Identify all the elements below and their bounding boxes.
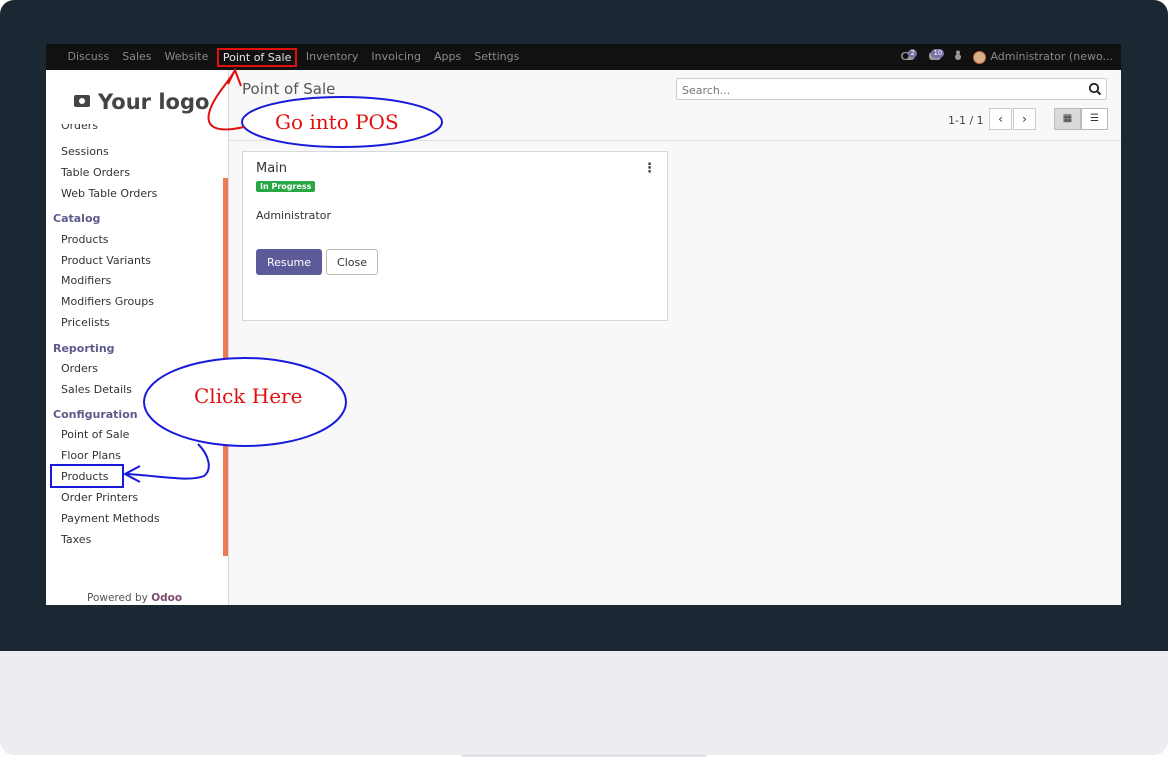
menu-invoicing[interactable]: Invoicing <box>365 44 428 70</box>
sidebar-item-orders[interactable]: Orders <box>61 124 98 131</box>
card-title: Main <box>256 161 288 176</box>
sidebar-item-pricelists[interactable]: Pricelists <box>61 316 110 329</box>
sidebar-item-floor-plans[interactable]: Floor Plans <box>61 449 121 462</box>
page-title: Point of Sale <box>242 80 336 98</box>
sidebar-item-modifiers-groups[interactable]: Modifiers Groups <box>61 295 154 308</box>
pager-previous-button[interactable]: ‹ <box>989 108 1012 130</box>
search-icon[interactable] <box>1088 82 1102 96</box>
app-screen: Discuss Sales Website Point of Sale Inve… <box>46 44 1121 605</box>
powered-prefix: Powered by <box>87 592 148 604</box>
status-badge: In Progress <box>256 181 316 192</box>
sidebar-item-table-orders[interactable]: Table Orders <box>61 166 130 179</box>
control-panel-divider <box>229 140 1121 141</box>
menu-apps[interactable]: Apps <box>427 44 467 70</box>
sidebar: Your logo Orders Sessions Table Orders W… <box>46 70 229 605</box>
sidebar-item-order-printers[interactable]: Order Printers <box>61 491 138 504</box>
sidebar-scroll-indicator[interactable] <box>223 178 228 556</box>
list-icon: ☰ <box>1090 113 1099 124</box>
chevron-right-icon: › <box>1022 112 1027 126</box>
sidebar-item-config-point-of-sale[interactable]: Point of Sale <box>61 428 129 441</box>
list-view-button[interactable]: ☰ <box>1081 108 1108 130</box>
activity-toggle[interactable]: 2 <box>901 48 917 64</box>
bug-icon[interactable] <box>953 50 963 64</box>
pos-session-card[interactable]: Main ⋮ In Progress Administrator Resume … <box>242 151 668 321</box>
grid-icon: ▦ <box>1062 113 1073 124</box>
search-input[interactable] <box>677 80 1077 101</box>
menu-website[interactable]: Website <box>158 44 215 70</box>
kebab-menu-icon[interactable]: ⋮ <box>643 161 656 176</box>
user-name: Administrator (newo... <box>990 50 1113 64</box>
logo-text: Your logo <box>98 90 210 114</box>
main-content: Point of Sale 1-1 / 1 ‹ › ▦ ☰ Main ⋮ In … <box>229 70 1121 605</box>
activity-badge: 2 <box>908 48 917 58</box>
menu-settings[interactable]: Settings <box>468 44 526 70</box>
main-menu: Discuss Sales Website Point of Sale Inve… <box>61 44 526 70</box>
menu-sales[interactable]: Sales <box>116 44 158 70</box>
sidebar-item-product-variants[interactable]: Product Variants <box>61 254 151 267</box>
sidebar-item-report-orders[interactable]: Orders <box>61 362 98 375</box>
close-button[interactable]: Close <box>326 249 378 275</box>
sidebar-item-sales-details[interactable]: Sales Details <box>61 383 132 396</box>
sidebar-item-taxes[interactable]: Taxes <box>61 533 91 546</box>
company-logo[interactable]: Your logo <box>74 90 209 114</box>
sidebar-item-config-products[interactable]: Products <box>61 470 109 483</box>
sidebar-item-products[interactable]: Products <box>61 233 109 246</box>
menu-inventory[interactable]: Inventory <box>299 44 365 70</box>
kanban-view-button[interactable]: ▦ <box>1054 108 1081 130</box>
sidebar-heading-catalog: Catalog <box>53 212 101 225</box>
menu-point-of-sale[interactable]: Point of Sale <box>216 47 298 67</box>
sidebar-item-web-table-orders[interactable]: Web Table Orders <box>61 187 157 200</box>
sidebar-item-payment-methods[interactable]: Payment Methods <box>61 512 160 525</box>
search-box <box>676 78 1107 101</box>
pager-next-button[interactable]: › <box>1013 108 1036 130</box>
resume-button[interactable]: Resume <box>256 249 322 275</box>
menu-discuss[interactable]: Discuss <box>61 44 116 70</box>
sidebar-item-modifiers[interactable]: Modifiers <box>61 274 111 287</box>
chevron-left-icon: ‹ <box>998 112 1003 126</box>
top-navbar: Discuss Sales Website Point of Sale Inve… <box>46 44 1121 70</box>
sidebar-heading-reporting: Reporting <box>53 342 115 355</box>
odoo-brand: Odoo <box>151 592 183 604</box>
go-into-pos-label: Go into POS <box>275 110 399 134</box>
sidebar-item-sessions[interactable]: Sessions <box>61 145 109 158</box>
messages-badge: 10 <box>931 48 945 58</box>
systray: 2 10 Administrator (newo... <box>901 44 1113 70</box>
messages-toggle[interactable]: 10 <box>929 48 945 64</box>
pager-value[interactable]: 1-1 / 1 <box>948 114 984 127</box>
powered-by[interactable]: Powered by Odoo <box>87 592 182 604</box>
monitor-chin <box>0 651 1168 755</box>
user-menu[interactable]: Administrator (newo... <box>973 50 1113 64</box>
avatar <box>973 50 987 64</box>
camera-icon <box>74 95 90 107</box>
sidebar-heading-configuration: Configuration <box>53 408 138 421</box>
card-user: Administrator <box>256 209 331 222</box>
click-here-label: Click Here <box>194 384 303 408</box>
